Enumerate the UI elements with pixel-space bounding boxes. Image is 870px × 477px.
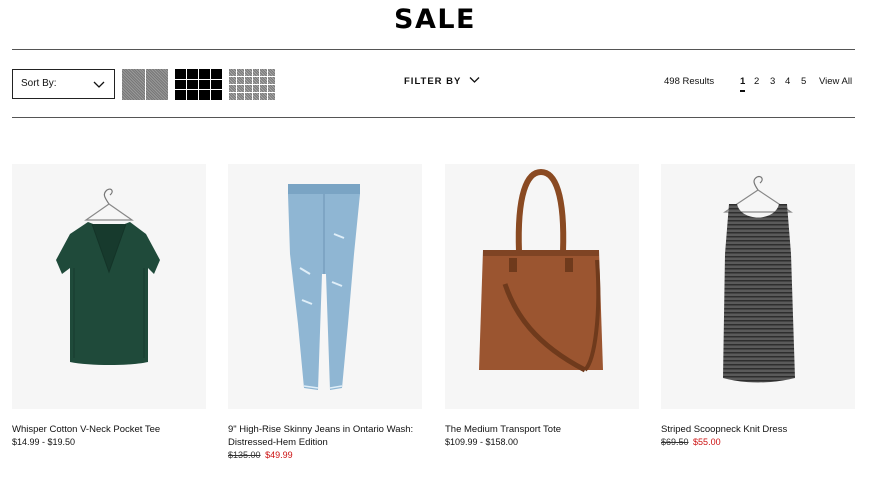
product-image[interactable] bbox=[12, 164, 206, 409]
top-divider bbox=[12, 49, 855, 50]
product-price: $69.50 $55.00 bbox=[661, 436, 855, 449]
product-image[interactable] bbox=[228, 164, 422, 409]
product-card: Striped Scoopneck Knit Dress $69.50 $55.… bbox=[661, 164, 855, 449]
sale-price: $55.00 bbox=[693, 437, 721, 447]
product-name[interactable]: Whisper Cotton V-Neck Pocket Tee bbox=[12, 423, 206, 436]
striped-tank-dress-image bbox=[723, 175, 795, 383]
product-price: $135.00 $49.99 bbox=[228, 449, 422, 462]
product-image[interactable] bbox=[661, 164, 855, 409]
grid-6-columns-button[interactable] bbox=[229, 69, 275, 100]
chevron-down-icon bbox=[469, 77, 480, 84]
product-price: $14.99 - $19.50 bbox=[12, 437, 76, 447]
chevron-down-icon bbox=[93, 81, 105, 88]
product-card: Whisper Cotton V-Neck Pocket Tee $14.99 … bbox=[12, 164, 206, 449]
green-tee-image bbox=[56, 188, 160, 365]
page-link-1[interactable]: 1 bbox=[740, 76, 746, 92]
filter-by-button[interactable]: FILTER BY bbox=[404, 76, 480, 87]
original-price: $69.50 bbox=[661, 437, 689, 447]
product-name[interactable]: The Medium Transport Tote bbox=[445, 423, 639, 436]
toolbar: Sort By: FILTER BY 498 Results 1 2 3 4 5… bbox=[0, 66, 870, 100]
sort-select[interactable]: Sort By: bbox=[12, 69, 115, 99]
page-link-4[interactable]: 4 bbox=[785, 76, 790, 87]
page-link-5[interactable]: 5 bbox=[801, 76, 806, 87]
product-name[interactable]: 9" High-Rise Skinny Jeans in Ontario Was… bbox=[228, 423, 422, 449]
sale-price: $49.99 bbox=[265, 450, 293, 460]
product-name[interactable]: Striped Scoopneck Knit Dress bbox=[661, 423, 855, 436]
page-link-2[interactable]: 2 bbox=[754, 76, 759, 87]
product-price: $109.99 - $158.00 bbox=[445, 437, 519, 447]
grid-4-columns-button[interactable] bbox=[175, 69, 222, 100]
product-card: 9" High-Rise Skinny Jeans in Ontario Was… bbox=[228, 164, 422, 462]
product-image[interactable] bbox=[445, 164, 639, 409]
view-all-link[interactable]: View All bbox=[819, 76, 852, 87]
bottom-divider bbox=[12, 117, 855, 118]
filter-by-label: FILTER BY bbox=[404, 76, 462, 87]
page-link-3[interactable]: 3 bbox=[770, 76, 775, 87]
light-wash-jeans-image bbox=[288, 184, 360, 390]
sort-label: Sort By: bbox=[21, 78, 57, 89]
product-card: The Medium Transport Tote $109.99 - $158… bbox=[445, 164, 639, 449]
grid-2-columns-button[interactable] bbox=[122, 69, 168, 100]
results-count: 498 Results bbox=[664, 76, 715, 87]
original-price: $135.00 bbox=[228, 450, 261, 460]
brown-leather-tote-image bbox=[479, 168, 603, 373]
page-title: SALE bbox=[394, 4, 476, 35]
